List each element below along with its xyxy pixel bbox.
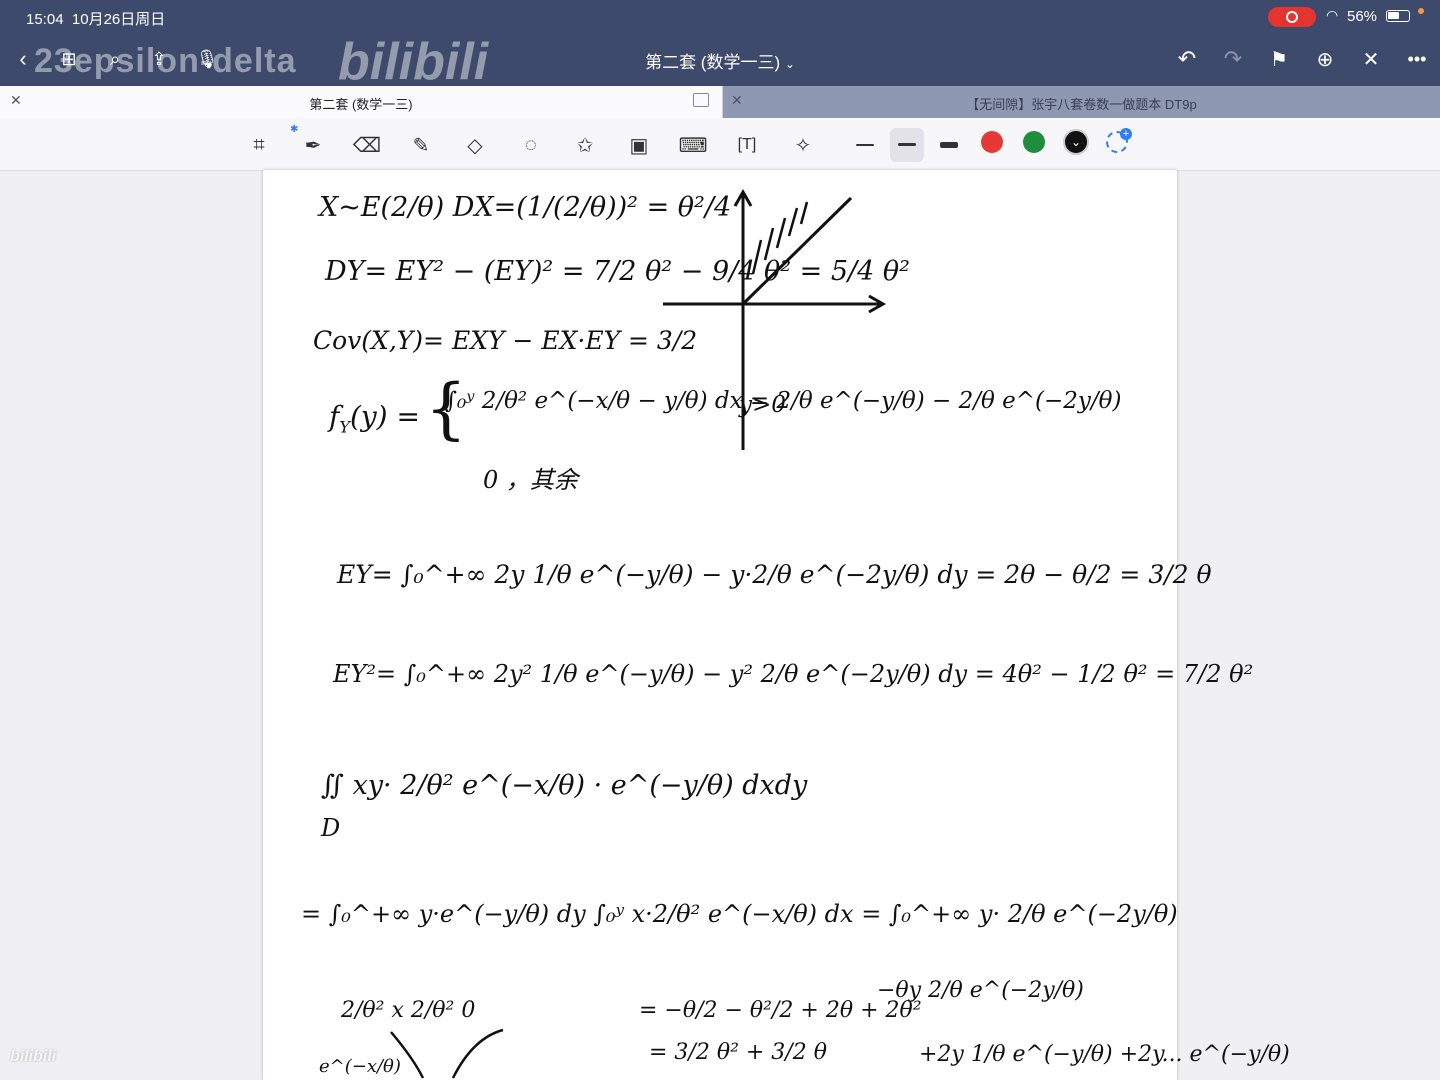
pen-icon[interactable]: ✒ [296, 128, 330, 162]
note-line: D [321, 814, 341, 842]
redo-icon[interactable]: ↷ [1216, 42, 1250, 76]
note-line: EY= ∫₀^+∞ 2y 1/θ e^(−y/θ) − y·2/θ e^(−2y… [337, 560, 1212, 589]
more-icon[interactable]: ••• [1400, 42, 1434, 76]
lasso-icon[interactable]: ◌ [514, 128, 548, 162]
note-line: y>0 [739, 392, 786, 418]
curve-sketch [390, 1028, 504, 1079]
undo-icon[interactable]: ↶ [1170, 42, 1204, 76]
tab-label: 【无间隙】张宇八套卷数一做题本 DT9p [966, 97, 1197, 112]
color-black-selected[interactable]: ⌄ [1063, 129, 1089, 155]
battery-icon [1386, 10, 1410, 22]
tab-current-document[interactable]: ✕ 第二套 (数学一三) [0, 86, 723, 118]
textbox-icon[interactable]: [T] [730, 128, 764, 162]
note-page[interactable]: X~E(2/θ) DX=(1/(2/θ))² = θ²/4 DY= EY² − … [263, 170, 1290, 1080]
add-page-icon[interactable]: ⊕ [1308, 42, 1342, 76]
watermark-username: 23epsilon-delta [34, 42, 297, 80]
tab-bar: ✕ 第二套 (数学一三) ✕ 【无间隙】张宇八套卷数一做题本 DT9p [0, 86, 1440, 118]
image-icon[interactable]: ▣ [622, 128, 656, 162]
sticker-icon[interactable]: ✩ [568, 128, 602, 162]
battery-percent: 56% [1347, 8, 1378, 25]
status-time: 15:04 10月26日周日 [26, 11, 166, 28]
color-green[interactable] [1023, 131, 1045, 153]
keyboard-icon[interactable]: ⌨ [676, 128, 710, 162]
highlighter-icon[interactable]: ✎ [404, 128, 438, 162]
bluetooth-icon: ✱ [290, 124, 299, 135]
shapes-icon[interactable]: ◇ [458, 128, 492, 162]
note-line: 0 ，其余 [483, 466, 578, 494]
note-line: ∬ xy· 2/θ² e^(−x/θ) · e^(−y/θ) dxdy [321, 770, 808, 801]
bilibili-corner-logo: bilibili [10, 1048, 57, 1065]
tab-other-document[interactable]: ✕ 【无间隙】张宇八套卷数一做题本 DT9p [723, 86, 1440, 118]
note-line: −θy 2/θ e^(−2y/θ) [877, 978, 1084, 1003]
note-line: +2y 1/θ e^(−y/θ) +2y... e^(−y/θ) [919, 1042, 1290, 1067]
note-line: 2/θ² x 2/θ² 0 [341, 998, 476, 1023]
stroke-medium[interactable] [890, 128, 924, 162]
privacy-dot [1418, 8, 1424, 14]
status-bar: 15:04 10月26日周日 ◠ 56% [0, 0, 1440, 34]
bookmark-icon[interactable]: ⚑ [1262, 42, 1296, 76]
stroke-thin[interactable] [848, 128, 882, 162]
color-red[interactable] [981, 131, 1003, 153]
close-tool-icon[interactable]: ✕ [1354, 42, 1388, 76]
note-line: EY²= ∫₀^+∞ 2y² 1/θ e^(−y/θ) − y² 2/θ e^(… [333, 660, 1254, 688]
note-line: = 3/2 θ² + 3/2 θ [649, 1040, 827, 1065]
laser-pointer-icon[interactable]: ✧ [786, 128, 820, 162]
screen-recording-indicator[interactable] [1268, 7, 1316, 27]
watermark-bilibili-logo: bilibili [338, 33, 489, 91]
wifi-icon: ◠ [1326, 7, 1339, 23]
note-line: = ∫₀^+∞ y·e^(−y/θ) dy ∫₀ʸ x·2/θ² e^(−x/θ… [301, 900, 1178, 928]
note-line: Cov(X,Y)= EXY − EX·EY = 3/2 [313, 326, 698, 355]
tab-label: 第二套 (数学一三) [309, 97, 413, 112]
annotation-toolbar: ⌗ ✒ ⌫ ✎ ◇ ◌ ✩ ▣ ⌨ [T] ✧ ⌄ + [0, 118, 1440, 171]
stroke-thick[interactable] [932, 128, 966, 162]
handwriting-zoom-icon[interactable]: ⌗ [242, 128, 276, 162]
eraser-icon[interactable]: ⌫ [350, 128, 384, 162]
plus-badge-icon: + [1120, 128, 1132, 140]
split-view-icon[interactable] [693, 93, 709, 107]
note-line: fY(y) = [329, 400, 420, 437]
